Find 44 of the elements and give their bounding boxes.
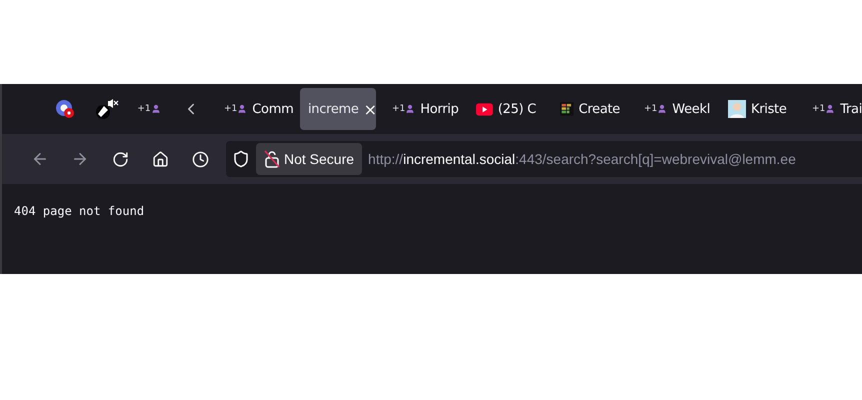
tab[interactable]: (25) C — [468, 88, 544, 130]
plus-one-count: +1 — [392, 104, 406, 114]
tab[interactable]: +1 Comm — [216, 88, 292, 130]
person-icon — [237, 104, 248, 114]
tab-title: increme — [308, 102, 359, 116]
url-text: http://incremental.social:443/search?search[q]=webrevival@lemm.ee — [368, 151, 796, 167]
plus-one-count: +1 — [224, 104, 238, 114]
tab[interactable]: +1 Trai — [804, 88, 862, 130]
forward-arrow-icon — [71, 150, 89, 168]
tab[interactable]: increme × — [300, 88, 376, 130]
home-icon — [152, 150, 168, 168]
plus-one-count: +1 — [137, 104, 151, 114]
tab[interactable]: Kriste — [720, 88, 796, 130]
tab-title: Trai — [840, 102, 862, 116]
tab[interactable]: +1 Horrip — [384, 88, 460, 130]
not-secure-indicator[interactable]: Not Secure — [256, 143, 362, 175]
tab[interactable]: Create — [552, 88, 628, 130]
tab[interactable]: +1 — [132, 88, 166, 130]
person-icon — [825, 104, 836, 114]
error-message: 404 page not found — [14, 204, 146, 218]
tab-title: Weekl — [672, 102, 710, 116]
security-label: Not Secure — [284, 151, 354, 167]
tab-title: Create — [578, 102, 620, 116]
person-icon — [657, 104, 668, 114]
address-field[interactable]: Not Secure http://incremental.social:443/search?search[q]=webrevival@lemm.ee — [226, 141, 862, 177]
grid-icon — [560, 101, 574, 117]
crossed-lock-icon — [264, 150, 280, 168]
tab-title: Comm — [252, 102, 294, 116]
clock-icon — [192, 150, 208, 168]
plus-one-count: +1 — [644, 104, 658, 114]
site-logo-icon — [55, 99, 75, 119]
person-icon — [150, 104, 161, 114]
muted-speaker-icon — [95, 98, 119, 120]
shield-icon[interactable] — [232, 150, 250, 168]
reload-icon — [112, 150, 128, 168]
video-play-icon — [476, 102, 493, 116]
tab-title: Horrip — [420, 102, 459, 116]
close-tab-button[interactable]: × — [364, 100, 378, 118]
tab-title: (25) C — [498, 102, 536, 116]
tab-title: Kriste — [751, 102, 787, 116]
tab[interactable]: +1 Weekl — [636, 88, 712, 130]
person-icon — [405, 104, 416, 114]
avatar-icon — [728, 100, 746, 118]
plus-one-count: +1 — [812, 104, 826, 114]
